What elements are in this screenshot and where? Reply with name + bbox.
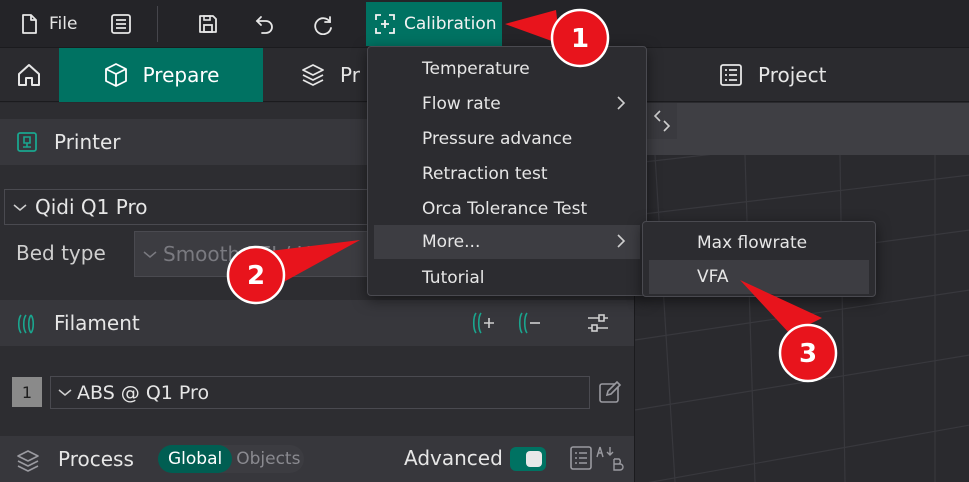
chevron-right-icon xyxy=(617,96,626,110)
process-section-title: Process xyxy=(58,447,134,471)
advanced-toggle[interactable] xyxy=(510,447,546,471)
printer-select[interactable]: Qidi Q1 Pro xyxy=(4,189,384,225)
list-icon xyxy=(111,14,131,34)
menu-item-label: Max flowrate xyxy=(697,233,808,253)
tab-preview[interactable]: Pr xyxy=(300,48,360,102)
menu-item-label: Flow rate xyxy=(422,94,501,114)
process-layers-icon xyxy=(17,450,39,472)
menu-item-more[interactable]: More... xyxy=(374,225,640,259)
calibration-icon xyxy=(375,14,395,34)
bed-type-value: Smooth PEI / H xyxy=(163,242,312,266)
menu-item-label: Pressure advance xyxy=(422,129,573,149)
tab-prepare-label: Prepare xyxy=(142,63,220,87)
build-plate-grid xyxy=(635,155,969,482)
sidebar-collapse-button[interactable] xyxy=(647,103,677,139)
menu-item-retraction-test[interactable]: Retraction test xyxy=(374,157,640,191)
filament-section-header[interactable]: Filament xyxy=(0,300,634,346)
save-button[interactable] xyxy=(197,6,219,42)
home-icon xyxy=(18,64,40,86)
bed-type-label: Bed type xyxy=(16,241,106,265)
menu-item-temperature[interactable]: Temperature xyxy=(374,52,640,86)
menu-item-label: More... xyxy=(422,232,481,252)
printer-icon xyxy=(17,132,37,152)
list-view-button[interactable] xyxy=(110,6,132,42)
tab-preview-label: Pr xyxy=(340,63,360,87)
file-icon xyxy=(22,14,37,34)
filament-select[interactable]: ABS @ Q1 Pro xyxy=(50,376,590,409)
tab-prepare[interactable]: Prepare xyxy=(59,48,263,102)
chevron-down-icon xyxy=(143,251,157,258)
menu-item-flow-rate[interactable]: Flow rate xyxy=(374,87,640,121)
tab-project-label: Project xyxy=(758,63,827,87)
objects-option[interactable]: Objects xyxy=(232,449,300,469)
calibration-menu-button[interactable]: Calibration xyxy=(366,2,502,46)
global-option[interactable]: Global xyxy=(158,445,233,473)
filament-spool-icon xyxy=(17,314,35,334)
process-scope-toggle[interactable]: Global Objects xyxy=(158,445,304,473)
cube-icon xyxy=(104,63,127,87)
collapse-arrows-icon xyxy=(653,110,671,132)
menu-item-max-flowrate[interactable]: Max flowrate xyxy=(649,226,869,260)
toolbar-divider xyxy=(157,6,158,42)
chevron-down-icon xyxy=(58,389,72,396)
more-submenu: Max flowrate VFA xyxy=(642,221,876,297)
undo-button[interactable] xyxy=(254,6,276,42)
menu-item-orca-tolerance-test[interactable]: Orca Tolerance Test xyxy=(374,192,640,226)
menu-item-label: Orca Tolerance Test xyxy=(422,199,588,219)
filament-slot-number: 1 xyxy=(12,377,42,407)
file-label: File xyxy=(49,14,78,34)
menu-item-label: VFA xyxy=(697,267,729,287)
menu-item-label: Temperature xyxy=(422,59,530,79)
top-toolbar: File Calibration xyxy=(0,0,969,48)
menu-item-pressure-advance[interactable]: Pressure advance xyxy=(374,122,640,156)
filament-section-title: Filament xyxy=(54,311,140,335)
selected-filament: ABS @ Q1 Pro xyxy=(77,381,210,404)
tab-project[interactable]: Project xyxy=(718,48,826,102)
compare-presets-icon[interactable] xyxy=(570,443,626,473)
selected-printer: Qidi Q1 Pro xyxy=(35,195,148,219)
redo-button[interactable] xyxy=(312,6,334,42)
edit-icon[interactable] xyxy=(598,380,622,404)
viewport-background xyxy=(635,103,969,155)
chevron-right-icon xyxy=(617,234,626,248)
calibration-dropdown-menu: Temperature Flow rate Pressure advance R… xyxy=(367,46,647,296)
layers-icon xyxy=(302,64,324,86)
add-filament-icon[interactable] xyxy=(470,311,496,335)
file-menu-button[interactable]: File xyxy=(18,6,77,42)
tab-home[interactable] xyxy=(0,48,58,102)
bed-type-select[interactable]: Smooth PEI / H xyxy=(134,231,384,277)
save-icon xyxy=(199,15,217,33)
undo-icon xyxy=(255,16,273,34)
menu-item-label: Retraction test xyxy=(422,164,548,184)
filament-settings-icon[interactable] xyxy=(586,311,610,335)
project-list-icon xyxy=(720,64,742,86)
menu-item-vfa[interactable]: VFA xyxy=(649,260,869,294)
redo-icon xyxy=(314,16,332,35)
advanced-label: Advanced xyxy=(404,446,503,470)
menu-item-label: Tutorial xyxy=(422,268,485,288)
menu-item-tutorial[interactable]: Tutorial xyxy=(374,261,640,295)
printer-section-title: Printer xyxy=(54,130,121,154)
remove-filament-icon[interactable] xyxy=(516,311,542,335)
chevron-down-icon xyxy=(13,204,27,211)
calibration-label: Calibration xyxy=(404,14,497,34)
